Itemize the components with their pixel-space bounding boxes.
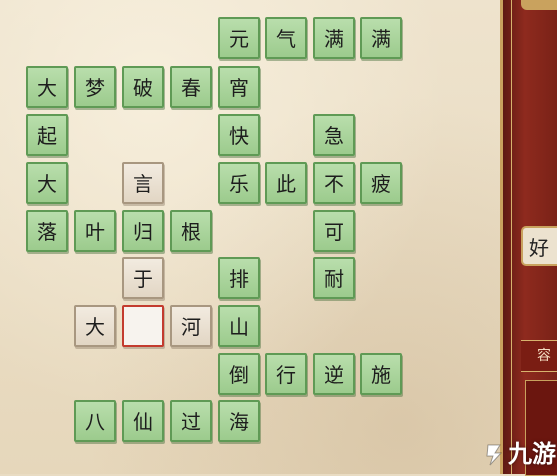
tile[interactable]: 疲 xyxy=(360,162,402,204)
logo-icon xyxy=(486,444,503,466)
tile[interactable]: 倒 xyxy=(218,353,260,395)
tile[interactable]: 叶 xyxy=(74,210,116,252)
tile[interactable]: 急 xyxy=(313,114,355,156)
panel-caption: 容 xyxy=(537,348,551,364)
tile[interactable]: 归 xyxy=(122,210,164,252)
tile[interactable]: 快 xyxy=(218,114,260,156)
tile[interactable]: 根 xyxy=(170,210,212,252)
tile[interactable]: 可 xyxy=(313,210,355,252)
tile[interactable]: 春 xyxy=(170,66,212,108)
puzzle-board: 元 气 满 满 大 梦 破 春 宵 起 快 急 大 言 乐 此 不 疲 落 叶 … xyxy=(0,0,500,474)
tile[interactable]: 山 xyxy=(218,305,260,347)
tile[interactable]: 满 xyxy=(313,17,355,59)
tile[interactable]: 大 xyxy=(26,66,68,108)
tile[interactable]: 气 xyxy=(265,17,307,59)
clue-tile[interactable]: 言 xyxy=(122,162,164,204)
side-panel: 好 容 xyxy=(500,0,557,476)
tile[interactable]: 宵 xyxy=(218,66,260,108)
tile[interactable]: 不 xyxy=(313,162,355,204)
watermark: 九游 xyxy=(484,434,556,468)
tile[interactable]: 施 xyxy=(360,353,402,395)
tile[interactable]: 仙 xyxy=(122,400,164,442)
tile[interactable]: 破 xyxy=(122,66,164,108)
empty-answer-slot[interactable] xyxy=(122,305,164,347)
tile[interactable]: 耐 xyxy=(313,257,355,299)
tile[interactable]: 排 xyxy=(218,257,260,299)
clue-tile[interactable]: 于 xyxy=(122,257,164,299)
tile[interactable]: 此 xyxy=(265,162,307,204)
tile[interactable]: 海 xyxy=(218,400,260,442)
tile[interactable]: 乐 xyxy=(218,162,260,204)
panel-top-trim xyxy=(521,0,557,10)
watermark-text: 九游 xyxy=(508,440,556,468)
tile[interactable]: 起 xyxy=(26,114,68,156)
tile[interactable]: 八 xyxy=(74,400,116,442)
tile[interactable]: 落 xyxy=(26,210,68,252)
tile[interactable]: 满 xyxy=(360,17,402,59)
tile[interactable]: 过 xyxy=(170,400,212,442)
tile[interactable]: 元 xyxy=(218,17,260,59)
clue-tile[interactable]: 河 xyxy=(170,305,212,347)
tile[interactable]: 逆 xyxy=(313,353,355,395)
clue-tile[interactable]: 大 xyxy=(74,305,116,347)
side-panel-button[interactable]: 好 xyxy=(521,226,557,266)
tile[interactable]: 梦 xyxy=(74,66,116,108)
tile[interactable]: 行 xyxy=(265,353,307,395)
tile[interactable]: 大 xyxy=(26,162,68,204)
